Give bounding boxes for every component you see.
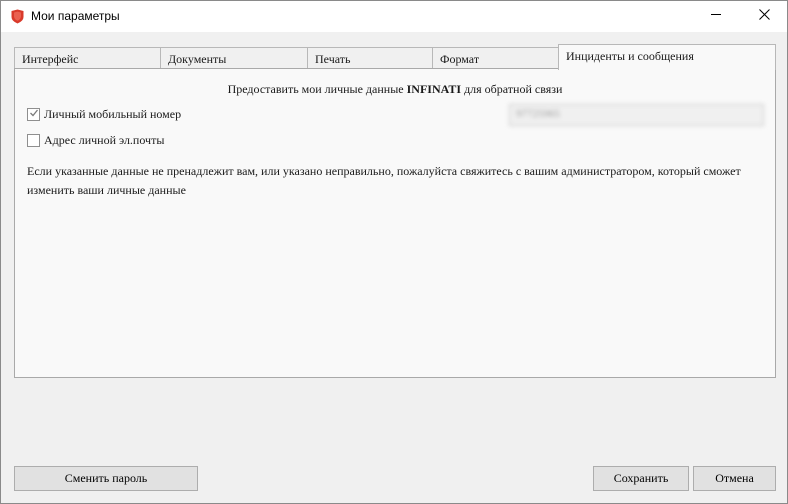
checkmark-icon	[29, 107, 39, 122]
info-text: Если указанные данные не пренадлежит вам…	[27, 164, 741, 197]
mobile-checkbox[interactable]	[27, 108, 40, 121]
tab-incidents[interactable]: Инциденты и сообщения	[558, 44, 776, 70]
tab-interface[interactable]: Интерфейс	[14, 47, 161, 69]
title-bar: Мои параметры	[1, 1, 787, 32]
panel-heading: Предоставить мои личные данные INFINATI …	[15, 82, 775, 97]
minimize-button[interactable]	[693, 1, 739, 32]
minimize-icon	[710, 9, 722, 24]
tab-format[interactable]: Формат	[432, 47, 559, 69]
tab-documents[interactable]: Документы	[160, 47, 308, 69]
close-icon	[758, 9, 770, 24]
heading-suffix: для обратной связи	[464, 82, 563, 96]
mobile-checkbox-row[interactable]: Личный мобильный номер	[27, 107, 181, 122]
window-title: Мои параметры	[31, 9, 120, 23]
change-password-button[interactable]: Сменить пароль	[14, 466, 198, 491]
settings-window: Мои параметры Интерфейс Документы Печать…	[0, 0, 788, 504]
email-checkbox[interactable]	[27, 134, 40, 147]
incidents-panel: Предоставить мои личные данные INFINATI …	[14, 68, 776, 378]
brand-name: INFINATI	[406, 82, 462, 96]
heading-prefix: Предоставить мои личные данные	[227, 82, 404, 96]
close-button[interactable]	[741, 1, 787, 32]
tab-strip: Интерфейс Документы Печать Формат Инциде…	[14, 44, 776, 70]
shield-icon	[10, 9, 25, 24]
email-label: Адрес личной эл.почты	[44, 133, 165, 147]
tab-print[interactable]: Печать	[307, 47, 433, 69]
mobile-label: Личный мобильный номер	[44, 107, 182, 121]
mobile-number-field[interactable]: 97725965	[509, 104, 764, 126]
email-checkbox-row[interactable]: Адрес личной эл.почты	[27, 133, 164, 148]
save-button[interactable]: Сохранить	[593, 466, 689, 491]
cancel-button[interactable]: Отмена	[693, 466, 776, 491]
